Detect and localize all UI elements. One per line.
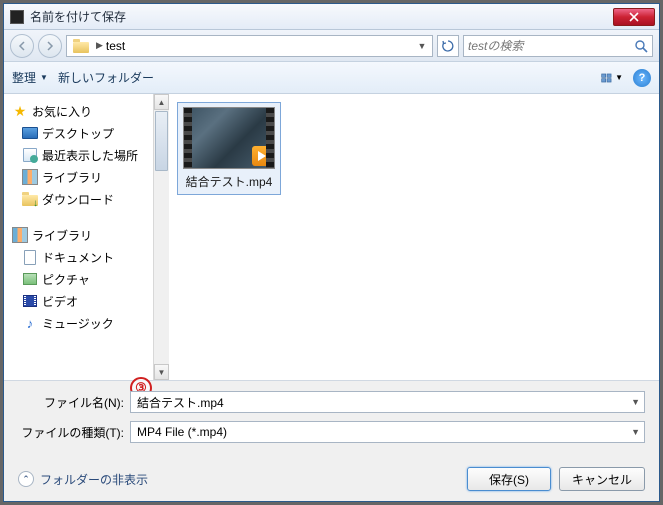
sidebar-item-downloads[interactable]: ダウンロード [8,188,169,210]
close-icon [629,12,639,22]
picture-icon [22,271,38,287]
title-bar: 名前を付けて保存 [4,4,659,30]
downloads-label: ダウンロード [42,191,114,208]
sidebar-item-pictures[interactable]: ピクチャ [8,268,169,290]
address-dropdown[interactable]: ▼ [414,41,430,51]
documents-label: ドキュメント [42,249,114,266]
scroll-up-button[interactable]: ▲ [154,94,169,110]
filetype-select[interactable]: MP4 File (*.mp4) ▼ [130,421,645,443]
app-icon [10,10,24,24]
back-button[interactable] [10,34,34,58]
videos-label: ビデオ [42,293,78,310]
chevron-right-icon: ▶ [93,40,106,51]
filename-label: ファイル名(N): [18,394,130,411]
sidebar-item-documents[interactable]: ドキュメント [8,246,169,268]
library-icon [22,169,38,185]
star-icon: ★ [12,103,28,119]
library-icon [12,227,28,243]
forward-button[interactable] [38,34,62,58]
sidebar-scrollbar[interactable]: ▲ ▼ [153,94,169,380]
organize-menu[interactable]: 整理 ▼ [12,69,48,86]
search-box[interactable] [463,35,653,57]
view-options-button[interactable]: ▼ [601,68,623,88]
desktop-label: デスクトップ [42,125,114,142]
new-folder-button[interactable]: 新しいフォルダー [58,69,154,86]
footer: ⌃ フォルダーの非表示 保存(S) キャンセル [4,457,659,501]
sidebar-item-library-fav[interactable]: ライブラリ [8,166,169,188]
sidebar-item-music[interactable]: ♪ ミュージック [8,312,169,334]
file-item[interactable]: 結合テスト.mp4 [177,102,281,195]
chevron-down-icon[interactable]: ▼ [631,397,640,407]
video-icon [22,293,38,309]
close-button[interactable] [613,8,655,26]
address-bar[interactable]: ▶ test ▼ [66,35,433,57]
address-path: test [106,39,414,53]
sidebar-item-desktop[interactable]: デスクトップ [8,122,169,144]
hide-folders-label: フォルダーの非表示 [40,471,148,488]
favorites-label: お気に入り [32,103,92,120]
new-folder-label: 新しいフォルダー [58,69,154,86]
music-icon: ♪ [22,315,38,331]
window-title: 名前を付けて保存 [30,8,613,25]
view-icon [601,71,613,85]
chevron-up-icon: ⌃ [18,471,34,487]
library-fav-label: ライブラリ [42,169,102,186]
folder-icon [73,39,89,53]
sidebar-favorites-header[interactable]: ★ お気に入り [8,100,169,122]
nav-bar: ▶ test ▼ [4,30,659,62]
music-label: ミュージック [42,315,114,332]
organize-label: 整理 [12,69,36,86]
document-icon [22,249,38,265]
filetype-value: MP4 File (*.mp4) [137,425,227,439]
recent-label: 最近表示した場所 [42,147,138,164]
scroll-down-button[interactable]: ▼ [154,364,169,380]
sidebar-item-videos[interactable]: ビデオ [8,290,169,312]
chevron-down-icon[interactable]: ▼ [631,427,640,437]
navigation-pane: ★ お気に入り デスクトップ 最近表示した場所 ライブラリ ダウンロ [4,94,169,380]
desktop-icon [22,125,38,141]
filename-value: 結合テスト.mp4 [137,394,224,411]
pictures-label: ピクチャ [42,271,90,288]
search-icon[interactable] [634,39,648,53]
form-area: ③ ファイル名(N): 結合テスト.mp4 ▼ ファイルの種類(T): MP4 … [4,381,659,457]
video-thumbnail [183,107,275,169]
filename-input[interactable]: 結合テスト.mp4 ▼ [130,391,645,413]
chevron-down-icon: ▼ [40,73,48,82]
play-icon [252,146,272,166]
hide-folders-toggle[interactable]: ⌃ フォルダーの非表示 [18,471,148,488]
save-dialog: 名前を付けて保存 ▶ test ▼ 整理 ▼ 新しいフォルダー [3,3,660,502]
download-icon [22,191,38,207]
refresh-icon [442,40,454,52]
library-header-label: ライブラリ [32,227,92,244]
scroll-thumb[interactable] [155,111,168,171]
sidebar-library-header[interactable]: ライブラリ [8,224,169,246]
chevron-down-icon: ▼ [615,73,623,82]
file-list-pane[interactable]: 結合テスト.mp4 [169,94,659,380]
help-button[interactable]: ? [633,69,651,87]
sidebar-item-recent[interactable]: 最近表示した場所 [8,144,169,166]
cancel-button[interactable]: キャンセル [559,467,645,491]
recent-icon [22,147,38,163]
body-area: ★ お気に入り デスクトップ 最近表示した場所 ライブラリ ダウンロ [4,94,659,381]
refresh-button[interactable] [437,35,459,57]
filetype-label: ファイルの種類(T): [18,424,130,441]
toolbar: 整理 ▼ 新しいフォルダー ▼ ? [4,62,659,94]
search-input[interactable] [468,39,634,53]
save-button[interactable]: 保存(S) [467,467,551,491]
file-name: 結合テスト.mp4 [186,173,273,190]
